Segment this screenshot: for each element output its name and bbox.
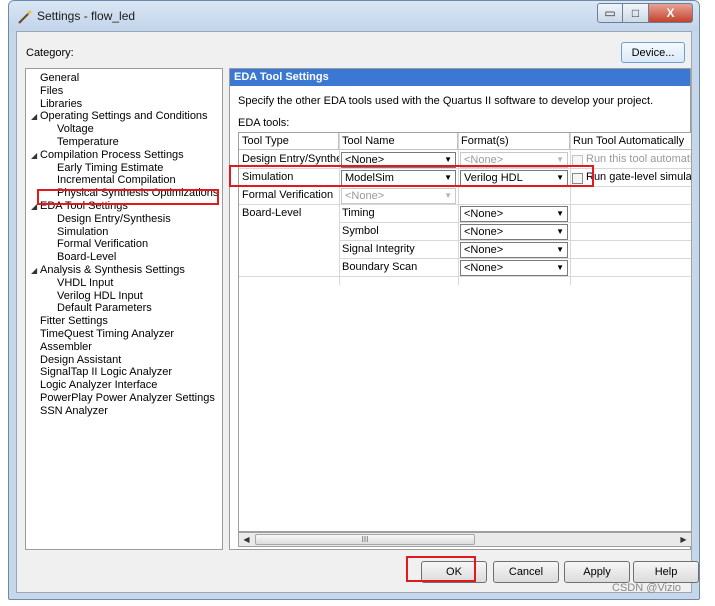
category-label: Category:	[26, 47, 74, 59]
column-header-tool-type[interactable]: Tool Type	[239, 133, 339, 150]
ok-button-highlight	[406, 556, 476, 582]
settings-wand-icon	[18, 10, 32, 24]
tree-item[interactable]: Fitter Settings	[40, 315, 108, 328]
board-level-timing-label: Timing	[342, 207, 375, 219]
combo-value: <None>	[464, 226, 504, 238]
board-level-symbol-label: Symbol	[342, 225, 379, 237]
horizontal-scrollbar[interactable]: ◀ III ▶	[238, 532, 692, 547]
tree-item[interactable]: Logic Analyzer Interface	[40, 379, 157, 392]
eda-tools-label: EDA tools:	[238, 117, 290, 129]
tree-item[interactable]: Assembler	[40, 341, 92, 354]
tree-item[interactable]: SignalTap II Logic Analyzer	[40, 366, 172, 379]
eda-tool-settings-highlight	[37, 189, 219, 205]
column-header-tool-name[interactable]: Tool Name	[339, 133, 458, 150]
minimize-button[interactable]: ▭	[597, 3, 623, 23]
expand-triangle-icon[interactable]: ◢	[31, 112, 37, 121]
settings-window: Settings - flow_led ▭ □ X Category: Devi…	[8, 0, 700, 600]
tree-item[interactable]: Voltage	[57, 123, 94, 136]
minimize-icon: ▭	[604, 6, 616, 20]
tree-item[interactable]: Incremental Compilation	[57, 174, 176, 187]
apply-button[interactable]: Apply	[564, 561, 630, 583]
tree-item[interactable]: Early Timing Estimate	[57, 162, 163, 175]
column-header-run-tool[interactable]: Run Tool Automatically	[570, 133, 691, 150]
tree-item[interactable]: Simulation	[57, 226, 108, 239]
scroll-right-icon[interactable]: ▶	[676, 533, 691, 546]
combo-value: <None>	[464, 262, 504, 274]
tree-item[interactable]: Design Assistant	[40, 354, 121, 367]
run-tool-label-simulation: Run gate-level simulati	[586, 171, 692, 183]
tree-item[interactable]: Files	[40, 85, 63, 98]
grid-line	[239, 276, 691, 277]
simulation-row-highlight	[229, 165, 594, 187]
board-level-boundary-scan-label: Boundary Scan	[342, 261, 418, 273]
tree-item[interactable]: Design Entry/Synthesis	[57, 213, 171, 226]
settings-panel: EDA Tool Settings Specify the other EDA …	[229, 68, 692, 550]
board-level-symbol-combo[interactable]: <None> ▼	[460, 224, 568, 240]
dropdown-arrow-icon: ▼	[556, 209, 564, 218]
tree-item[interactable]: Analysis & Synthesis Settings	[40, 264, 185, 277]
board-level-timing-combo[interactable]: <None> ▼	[460, 206, 568, 222]
cancel-button[interactable]: Cancel	[493, 561, 559, 583]
tool-type-board-level: Board-Level	[242, 207, 302, 219]
help-button[interactable]: Help	[633, 561, 699, 583]
eda-tools-table: Tool Type Tool Name Format(s) Run Tool A…	[238, 132, 692, 532]
combo-value: <None>	[345, 190, 385, 202]
scroll-thumb[interactable]: III	[255, 534, 475, 545]
combo-value: <None>	[464, 244, 504, 256]
grid-line	[458, 133, 459, 285]
tree-item[interactable]: Temperature	[57, 136, 119, 149]
tree-item[interactable]: Verilog HDL Input	[57, 290, 143, 303]
maximize-button[interactable]: □	[623, 3, 649, 23]
tree-item[interactable]: PowerPlay Power Analyzer Settings	[40, 392, 215, 405]
tree-item[interactable]: Default Parameters	[57, 302, 152, 315]
window-title: Settings - flow_led	[37, 9, 136, 23]
title-bar[interactable]: Settings - flow_led ▭ □ X	[9, 1, 699, 31]
dropdown-arrow-icon: ▼	[444, 191, 452, 200]
expand-triangle-icon[interactable]: ◢	[31, 151, 37, 160]
maximize-icon: □	[631, 6, 640, 20]
tree-item[interactable]: Libraries	[40, 98, 82, 111]
expand-triangle-icon[interactable]: ◢	[31, 266, 37, 275]
dropdown-arrow-icon: ▼	[556, 245, 564, 254]
tree-item[interactable]: TimeQuest Timing Analyzer	[40, 328, 174, 341]
run-tool-label-design-entry: Run this tool automatic	[586, 153, 692, 165]
tool-name-combo-formal-verification: <None> ▼	[341, 188, 456, 204]
caption-buttons: ▭ □ X	[597, 3, 693, 23]
tool-type-formal-verification: Formal Verification	[242, 189, 334, 201]
tree-item[interactable]: Operating Settings and Conditions	[40, 110, 208, 123]
grid-line	[570, 133, 571, 285]
board-level-boundary-scan-combo[interactable]: <None> ▼	[460, 260, 568, 276]
board-level-signal-integrity-combo[interactable]: <None> ▼	[460, 242, 568, 258]
device-button[interactable]: Device...	[621, 42, 685, 63]
scroll-grip: III	[361, 535, 369, 544]
tree-item[interactable]: Compilation Process Settings	[40, 149, 184, 162]
panel-description: Specify the other EDA tools used with th…	[238, 95, 654, 107]
dialog-client: Category: Device... General Files Librarie…	[16, 31, 699, 593]
tree-item[interactable]: General	[40, 72, 79, 85]
close-icon: X	[666, 6, 675, 20]
dropdown-arrow-icon: ▼	[556, 227, 564, 236]
column-header-formats[interactable]: Format(s)	[458, 133, 570, 150]
dropdown-arrow-icon: ▼	[556, 263, 564, 272]
combo-value: <None>	[464, 208, 504, 220]
close-button[interactable]: X	[649, 3, 693, 23]
category-tree[interactable]: General Files Libraries ◢ Operating Settings…	[25, 68, 223, 550]
watermark: CSDN @Vizio	[612, 582, 682, 594]
tree-item[interactable]: Formal Verification	[57, 238, 148, 251]
board-level-signal-integrity-label: Signal Integrity	[342, 243, 415, 255]
tree-item[interactable]: Board-Level	[57, 251, 116, 264]
tree-item[interactable]: VHDL Input	[57, 277, 113, 290]
tree-item[interactable]: SSN Analyzer	[40, 405, 108, 418]
scroll-left-icon[interactable]: ◀	[239, 533, 254, 546]
panel-header: EDA Tool Settings	[230, 69, 690, 86]
